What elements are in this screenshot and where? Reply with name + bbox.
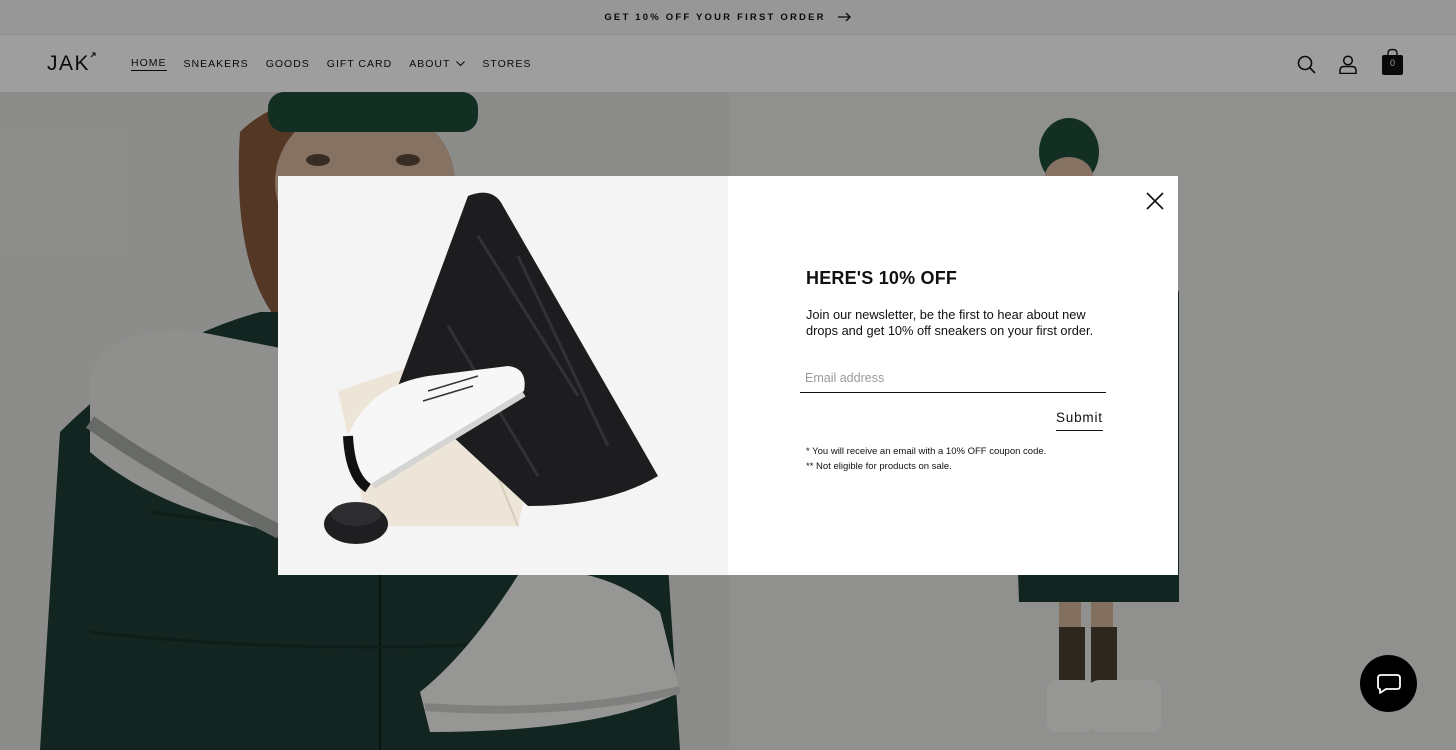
sale-exclusion-note: ** Not eligible for products on sale.	[806, 461, 952, 472]
sneaker-rock-illustration	[278, 176, 728, 575]
submit-button[interactable]: Submit	[1056, 410, 1103, 431]
close-icon[interactable]	[1144, 190, 1166, 212]
chat-bubble-icon	[1376, 673, 1401, 694]
modal-product-image	[278, 176, 728, 575]
modal-description: Join our newsletter, be the first to hea…	[806, 307, 1094, 338]
chat-launcher-button[interactable]	[1360, 655, 1417, 712]
modal-title: HERE'S 10% OFF	[806, 268, 958, 288]
email-input[interactable]	[800, 363, 1106, 393]
coupon-note: * You will receive an email with a 10% O…	[806, 446, 1047, 457]
